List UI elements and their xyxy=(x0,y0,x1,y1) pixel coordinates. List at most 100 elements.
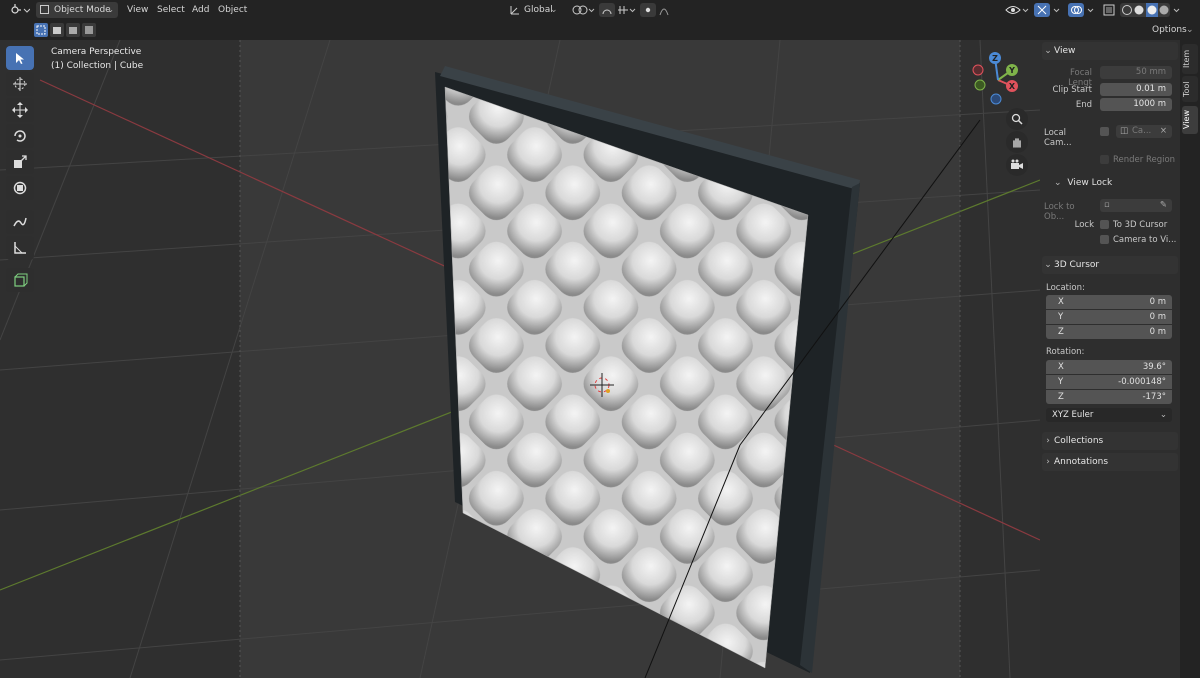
clip-end-field[interactable]: 1000 m xyxy=(1100,98,1172,111)
camera-icon: ◫ xyxy=(1120,126,1129,136)
rotate-tool[interactable] xyxy=(6,124,34,148)
zoom-icon[interactable] xyxy=(1006,108,1028,130)
xray-icon[interactable] xyxy=(1102,0,1116,20)
rotation-y-value: -0.000148° xyxy=(1118,377,1166,387)
axis-label: Z xyxy=(1058,327,1064,337)
tool-header: Options ⌄ xyxy=(0,20,1200,40)
3d-viewport[interactable] xyxy=(0,40,1040,678)
viewport-header: Object Mode ⌄ View Select Add Object Glo… xyxy=(0,0,1200,20)
local-camera-checkbox[interactable] xyxy=(1100,127,1109,136)
location-z-field[interactable]: Z 0 m xyxy=(1046,325,1172,339)
chevron-down-icon: ⌄ xyxy=(550,5,558,15)
collections-section-header[interactable]: › Collections xyxy=(1042,432,1178,450)
object-mode-icon xyxy=(40,5,49,14)
pivot-point-icon[interactable] xyxy=(570,0,596,20)
toolbar-separator xyxy=(6,262,38,266)
scale-tool[interactable] xyxy=(6,150,34,174)
viewport-scene xyxy=(0,40,1040,678)
measure-tool[interactable] xyxy=(6,236,34,260)
editor-type-icon[interactable] xyxy=(8,0,31,20)
camera-to-view-label: Camera to Vi... xyxy=(1113,235,1177,245)
lock-label: Lock xyxy=(1074,220,1094,230)
clip-end-label: End xyxy=(1075,100,1092,110)
shading-modes[interactable] xyxy=(1120,0,1184,20)
tab-tool[interactable]: Tool xyxy=(1182,76,1198,102)
collection-label: (1) Collection | Cube xyxy=(51,61,144,71)
axis-label: Y xyxy=(1058,377,1064,387)
clip-start-field[interactable]: 0.01 m xyxy=(1100,83,1172,96)
navigation-gizmo[interactable]: X Y Z xyxy=(968,50,1028,110)
proportional-editing-icon[interactable] xyxy=(640,0,680,20)
collections-section-title: Collections xyxy=(1054,436,1104,446)
rotation-mode-select[interactable]: XYZ Euler ⌄ xyxy=(1046,408,1172,422)
menu-object[interactable]: Object xyxy=(218,0,247,20)
close-icon[interactable]: × xyxy=(1160,125,1167,138)
camera-to-view-checkbox[interactable] xyxy=(1100,235,1109,244)
transform-orientation-select[interactable]: Global xyxy=(524,0,553,20)
location-y-field[interactable]: Y 0 m xyxy=(1046,310,1172,324)
viewport-info: Camera Perspective (1) Collection | Cube xyxy=(51,45,143,73)
chevron-down-icon: ⌄ xyxy=(1159,410,1167,420)
rotation-y-field[interactable]: Y -0.000148° xyxy=(1046,375,1172,389)
move-tool[interactable] xyxy=(6,98,34,122)
camera-view-icon[interactable] xyxy=(1006,154,1028,176)
snap-icon[interactable] xyxy=(598,0,638,20)
object-icon: ▫ xyxy=(1104,200,1110,210)
3d-cursor-section-title: 3D Cursor xyxy=(1054,260,1100,270)
location-z-value: 0 m xyxy=(1149,327,1166,337)
rotation-z-value: -173° xyxy=(1142,392,1166,402)
transform-tool[interactable] xyxy=(6,176,34,200)
options-menu[interactable]: Options xyxy=(1152,20,1187,40)
location-x-value: 0 m xyxy=(1149,297,1166,307)
visibility-icon[interactable] xyxy=(1004,0,1030,20)
chevron-down-icon: ⌄ xyxy=(107,5,114,14)
view-lock-title: View Lock xyxy=(1067,178,1113,188)
selection-mode-icons[interactable] xyxy=(34,23,108,40)
orientation-icon xyxy=(508,0,522,20)
tab-view[interactable]: View xyxy=(1182,106,1198,134)
render-region-label: Render Region xyxy=(1113,155,1176,165)
tab-item[interactable]: Item xyxy=(1182,44,1198,74)
location-x-field[interactable]: X 0 m xyxy=(1046,295,1172,309)
cursor-tool[interactable] xyxy=(6,72,34,96)
chevron-right-icon: › xyxy=(1046,436,1050,446)
menu-select[interactable]: Select xyxy=(157,0,185,20)
select-box-tool[interactable] xyxy=(6,46,34,70)
rotation-x-field[interactable]: X 39.6° xyxy=(1046,360,1172,374)
lock-to-object-field[interactable]: ▫ ✎ xyxy=(1100,199,1172,212)
overlays-icon[interactable] xyxy=(1068,0,1098,20)
view-section-header[interactable]: ⌄ View xyxy=(1042,42,1178,60)
mode-selector[interactable]: Object Mode ⌄ xyxy=(36,2,118,18)
menu-add[interactable]: Add xyxy=(192,0,209,20)
gizmo-toggle-icon[interactable] xyxy=(1034,0,1064,20)
focal-length-field[interactable]: 50 mm xyxy=(1100,66,1172,79)
annotations-section-header[interactable]: › Annotations xyxy=(1042,453,1178,471)
local-camera-field[interactable]: Ca... ◫ × xyxy=(1116,125,1172,138)
location-y-value: 0 m xyxy=(1149,312,1166,322)
add-cube-tool[interactable] xyxy=(6,268,34,292)
gizmo-y-label: Y xyxy=(1008,66,1015,75)
gizmo-x-label: X xyxy=(1009,82,1016,91)
render-region-checkbox[interactable] xyxy=(1100,155,1109,164)
sidebar-tabs: Item Tool View xyxy=(1180,40,1200,678)
view-lock-header[interactable]: ⌄ View Lock xyxy=(1054,178,1112,188)
rotation-mode-value: XYZ Euler xyxy=(1052,410,1094,420)
3d-cursor-section-header[interactable]: ⌄ 3D Cursor xyxy=(1042,256,1178,274)
chevron-down-icon: ⌄ xyxy=(1044,46,1052,56)
lock-to-object-label: Lock to Ob... xyxy=(1044,202,1075,222)
rotation-z-field[interactable]: Z -173° xyxy=(1046,390,1172,404)
annotations-section-title: Annotations xyxy=(1054,457,1109,467)
clip-start-label: Clip Start xyxy=(1052,85,1092,95)
menu-view[interactable]: View xyxy=(127,0,148,20)
chevron-down-icon: ⌄ xyxy=(1186,25,1194,35)
pan-hand-icon[interactable] xyxy=(1006,131,1028,153)
annotate-tool[interactable] xyxy=(6,210,34,234)
to-3d-cursor-checkbox[interactable] xyxy=(1100,220,1109,229)
eyedropper-icon[interactable]: ✎ xyxy=(1160,199,1167,212)
local-camera-value: Ca... xyxy=(1132,126,1152,136)
chevron-down-icon: ⌄ xyxy=(1044,260,1052,270)
perspective-label: Camera Perspective xyxy=(51,47,142,57)
gizmo-z-label: Z xyxy=(992,54,998,63)
location-label: Location: xyxy=(1046,283,1085,293)
chevron-right-icon: › xyxy=(1046,457,1050,467)
